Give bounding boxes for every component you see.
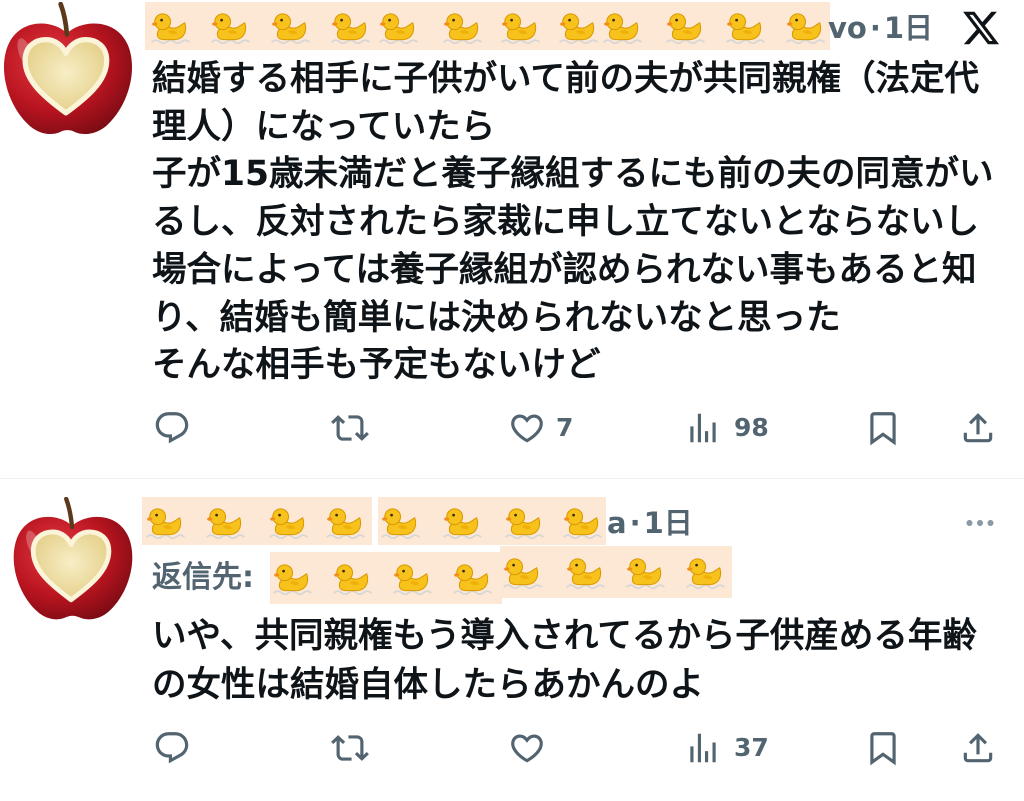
duck-sticker (331, 557, 373, 599)
share-button[interactable] (959, 729, 997, 767)
duck-sticker (501, 551, 543, 593)
reply-button[interactable] (153, 729, 191, 767)
retweet-icon (331, 729, 369, 767)
views-button[interactable]: 37 (684, 729, 769, 767)
reply-to-label: 返信先: (152, 560, 254, 595)
duck-sticker (564, 551, 606, 593)
duck-sticker (503, 501, 545, 543)
views-icon (684, 729, 722, 767)
duck-sticker (379, 501, 421, 543)
tweet[interactable]: a · 1日 返信先: いや、共同親権もう導入されてるから子供産める年齢 の女性… (0, 0, 1024, 801)
like-button[interactable] (508, 729, 546, 767)
more-icon[interactable] (960, 505, 1000, 541)
dot-separator: · (629, 506, 641, 540)
author-handle[interactable]: a (607, 508, 627, 538)
duck-sticker (561, 501, 603, 543)
duck-sticker (684, 551, 726, 593)
tweet-text: いや、共同親権もう導入されてるから子供産める年齢 の女性は結婚自体したらあかんの… (152, 612, 1014, 710)
reply-icon (153, 729, 191, 767)
duck-sticker (144, 501, 186, 543)
duck-sticker (451, 557, 493, 599)
duck-sticker (391, 557, 433, 599)
views-count: 37 (734, 733, 769, 762)
tweet-meta: a · 1日 (607, 508, 693, 538)
duck-sticker (324, 501, 366, 543)
apple-avatar[interactable] (10, 497, 136, 623)
tweet-thread: vo · 1日 結婚する相手に子供がいて前の夫が共同親権（法定代 理人）になって… (0, 0, 1024, 801)
tweet-text-line: いや、共同親権もう導入されてるから子供産める年齢 (152, 616, 977, 656)
retweet-button[interactable] (331, 729, 369, 767)
bookmark-button[interactable] (864, 729, 902, 767)
duck-sticker (441, 501, 483, 543)
duck-sticker (271, 557, 313, 599)
bookmark-icon (864, 729, 902, 767)
tweet-text-line: の女性は結婚自体したらあかんのよ (152, 665, 704, 705)
timestamp[interactable]: 1日 (644, 508, 693, 538)
heart-icon (508, 729, 546, 767)
duck-sticker (204, 501, 246, 543)
share-icon (959, 729, 997, 767)
duck-sticker (267, 501, 309, 543)
duck-sticker (624, 551, 666, 593)
